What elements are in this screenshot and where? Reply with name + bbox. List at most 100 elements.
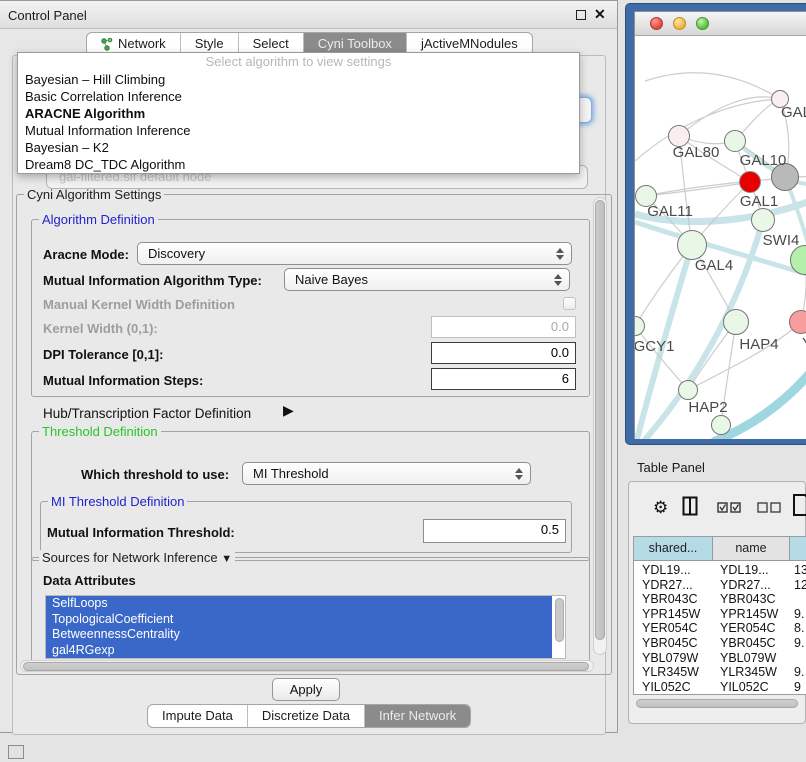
table-row[interactable]: YDL19... YDL19... 13 <box>634 563 806 578</box>
table-row[interactable]: YDR27... YDR27... 12 <box>634 578 806 593</box>
column-view-icon[interactable] <box>682 496 698 516</box>
column-header-name[interactable]: name <box>713 537 790 561</box>
combo-stepper-icon <box>553 273 562 287</box>
gear-icon[interactable]: ⚙ <box>653 498 668 518</box>
cell: 9. <box>794 636 804 651</box>
dropdown-item[interactable]: Basic Correlation Inference <box>18 88 579 105</box>
node-gal10[interactable] <box>724 130 746 152</box>
tab-discretize-data[interactable]: Discretize Data <box>247 705 364 727</box>
mi-threshold-input[interactable]: 0.5 <box>423 519 566 543</box>
list-item[interactable]: BetweennessCentrality <box>46 627 552 643</box>
dpi-tolerance-input[interactable]: 0.0 <box>431 342 576 364</box>
docked-panel-icon[interactable] <box>8 745 24 759</box>
table-row[interactable]: YLR345W YLR345W 9. <box>634 665 806 680</box>
aracne-mode-combo[interactable]: Discovery <box>137 242 572 265</box>
column-header-shared[interactable]: shared... <box>634 537 713 561</box>
aracne-mode-label: Aracne Mode: <box>43 247 129 262</box>
hub-section-label[interactable]: Hub/Transcription Factor Definition <box>43 406 251 421</box>
control-panel-titlebar: Control Panel ✕ <box>0 1 617 29</box>
table-row[interactable]: YBL079W YBL079W <box>634 651 806 666</box>
node-salmon[interactable] <box>789 310 806 334</box>
list-item[interactable]: SelfLoops <box>46 596 552 612</box>
table-horizontal-scrollbar[interactable] <box>635 698 803 710</box>
table-row[interactable]: YER054C YER054C 8. <box>634 621 806 636</box>
control-panel-window: Control Panel ✕ Network Style Select Cyn… <box>0 0 618 733</box>
node-label: HAP4 <box>739 336 778 353</box>
settings-horizontal-scrollbar[interactable] <box>20 660 594 672</box>
manual-kernel-checkbox[interactable] <box>563 297 576 310</box>
select-all-checkboxes-icon[interactable] <box>717 502 742 513</box>
zoom-traffic-light-icon[interactable] <box>696 17 709 30</box>
node-swi4[interactable] <box>751 208 775 232</box>
table-body[interactable]: YDL19... YDL19... 13 YDR27... YDR27... 1… <box>634 561 806 693</box>
dropdown-item-selected[interactable]: ARACNE Algorithm <box>18 105 579 122</box>
node-partial[interactable] <box>711 415 731 435</box>
table-panel-title: Table Panel <box>637 460 705 475</box>
tab-label: Impute Data <box>162 705 233 727</box>
cell: YDL19... <box>720 563 769 578</box>
node-hap2[interactable] <box>678 380 698 400</box>
mi-steps-input[interactable]: 6 <box>431 368 576 390</box>
combo-stepper-icon <box>555 247 564 261</box>
scrollbar-thumb[interactable] <box>595 200 605 640</box>
cell: YDR27... <box>720 578 771 593</box>
close-traffic-light-icon[interactable] <box>650 17 663 30</box>
dropdown-prompt: Select algorithm to view settings <box>18 53 579 71</box>
cell: YDR27... <box>642 578 693 593</box>
cell: 9. <box>794 607 804 622</box>
table-row[interactable]: YIL052C YIL052C 9 <box>634 680 806 693</box>
table-row[interactable]: YBR043C YBR043C <box>634 592 806 607</box>
kernel-width-input[interactable]: 0.0 <box>431 316 576 338</box>
table-row[interactable]: YPR145W YPR145W 9. <box>634 607 806 622</box>
tab-infer-network[interactable]: Infer Network <box>364 705 470 727</box>
list-item[interactable]: gal4RGexp <box>46 643 552 659</box>
column-header-partial[interactable] <box>790 537 806 561</box>
scrollbar-thumb[interactable] <box>636 699 798 708</box>
group-title: Sources for Network Inference ▼ <box>39 550 235 565</box>
node-table: shared... name YDL19... YDL19... 13 YDR2… <box>633 536 806 695</box>
node-label: GAL10 <box>740 152 787 169</box>
node-hap4[interactable] <box>723 309 749 335</box>
combo-value: Naive Bayes <box>295 272 368 287</box>
dropdown-item[interactable]: Bayesian – K2 <box>18 139 579 156</box>
expand-arrow-icon[interactable]: ▶ <box>283 402 294 419</box>
close-icon[interactable]: ✕ <box>594 6 606 23</box>
node-label: GAL1 <box>740 193 778 210</box>
mi-algorithm-type-combo[interactable]: Naive Bayes <box>284 268 570 291</box>
dropdown-item[interactable]: Mutual Information Inference <box>18 122 579 139</box>
cell: YBR043C <box>642 592 698 607</box>
network-window-titlebar <box>635 12 806 36</box>
collapse-arrow-icon[interactable]: ▼ <box>221 553 232 565</box>
tab-impute-data[interactable]: Impute Data <box>148 705 247 727</box>
node-gal1[interactable] <box>739 171 761 193</box>
cell: YBL079W <box>720 651 776 666</box>
cell: 12 <box>794 578 806 593</box>
mi-type-label: Mutual Information Algorithm Type: <box>43 273 262 288</box>
float-window-icon[interactable] <box>576 10 586 20</box>
apply-button[interactable]: Apply <box>272 678 340 701</box>
table-row[interactable]: YBR045C YBR045C 9. <box>634 636 806 651</box>
scrollbar-thumb[interactable] <box>23 662 589 671</box>
node-gal4[interactable] <box>677 230 707 260</box>
list-scrollbar[interactable] <box>555 598 564 642</box>
table-panel: ⚙ shared... name YDL19... YDL19.. <box>628 481 806 724</box>
network-view-window[interactable]: GAL7 GAL80 GAL10 GAL1 GAL11 SWI4 GAL4 GC… <box>625 3 806 445</box>
tab-label: Infer Network <box>379 705 456 727</box>
cell: YDL19... <box>642 563 691 578</box>
dropdown-item[interactable]: Bayesian – Hill Climbing <box>18 71 579 88</box>
cell: YBR045C <box>720 636 776 651</box>
cell: YIL052C <box>720 680 769 693</box>
list-item[interactable]: TopologicalCoefficient <box>46 612 552 628</box>
network-canvas[interactable]: GAL7 GAL80 GAL10 GAL1 GAL11 SWI4 GAL4 GC… <box>635 36 806 439</box>
settings-vertical-scrollbar[interactable] <box>593 197 607 655</box>
deselect-all-checkboxes-icon[interactable] <box>757 502 782 513</box>
node-label: SWI4 <box>763 232 800 249</box>
mi-threshold-label: Mutual Information Threshold: <box>47 525 235 540</box>
cell: YLR345W <box>720 665 777 680</box>
which-threshold-combo[interactable]: MI Threshold <box>242 462 531 485</box>
tab-label: Discretize Data <box>262 705 350 727</box>
minimize-traffic-light-icon[interactable] <box>673 17 686 30</box>
document-icon[interactable] <box>792 493 806 517</box>
kernel-width-label: Kernel Width (0,1): <box>43 321 158 336</box>
dropdown-item[interactable]: Dream8 DC_TDC Algorithm <box>18 156 579 173</box>
